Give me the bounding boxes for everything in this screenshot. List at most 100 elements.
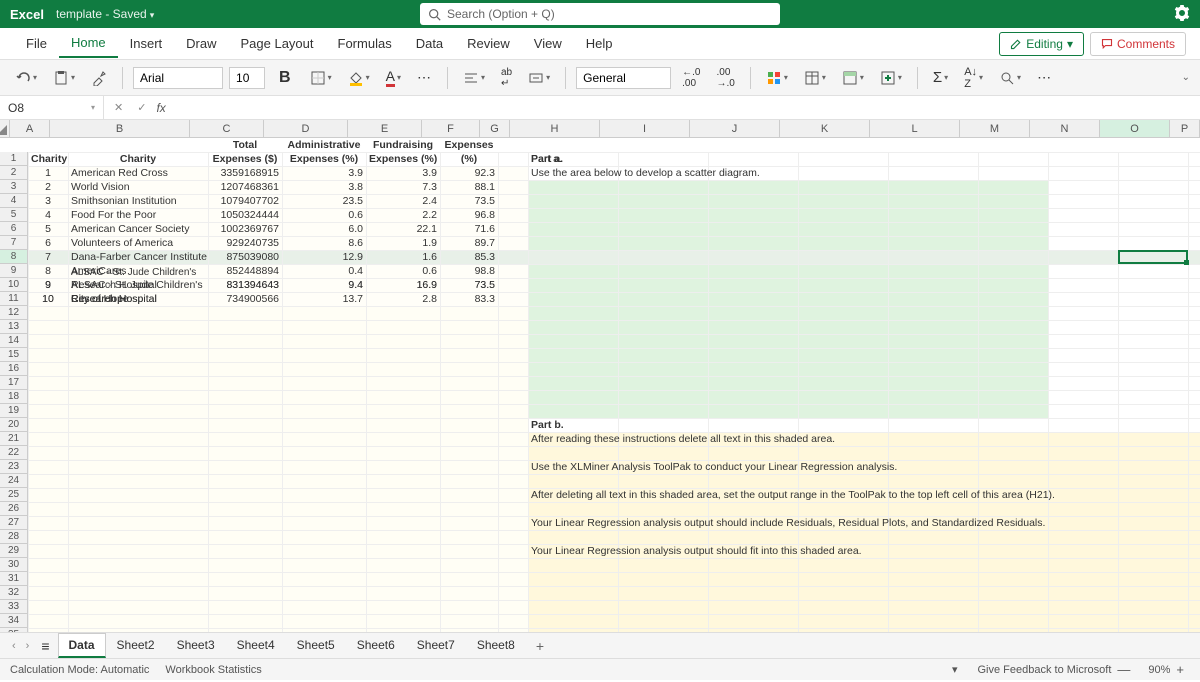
sheet-tab-sheet7[interactable]: Sheet7 — [406, 633, 466, 658]
row-header-29[interactable]: 29 — [0, 544, 27, 558]
calc-mode-label[interactable]: Calculation Mode: Automatic — [10, 664, 149, 676]
row-header-28[interactable]: 28 — [0, 530, 27, 544]
cell[interactable]: 23.5 — [282, 194, 366, 208]
sheet-nav-next[interactable]: › — [22, 640, 34, 652]
cell[interactable]: 9 — [28, 278, 68, 292]
col-header-K[interactable]: K — [780, 120, 870, 137]
cell[interactable]: 7 — [28, 250, 68, 264]
status-menu[interactable]: ▾ — [952, 663, 958, 676]
col-header-N[interactable]: N — [1030, 120, 1100, 137]
cell[interactable]: 83.3 — [440, 292, 498, 306]
sheet-tab-sheet4[interactable]: Sheet4 — [226, 633, 286, 658]
cell[interactable]: 71.6 — [440, 222, 498, 236]
cell[interactable]: 3.8 — [282, 180, 366, 194]
cell[interactable]: 3.9 — [282, 166, 366, 180]
col-header-P[interactable]: P — [1170, 120, 1200, 137]
autosum-button[interactable]: Σ▾ — [928, 66, 953, 89]
row-header-23[interactable]: 23 — [0, 460, 27, 474]
col-header-B[interactable]: B — [50, 120, 190, 137]
tab-help[interactable]: Help — [574, 30, 625, 57]
increase-decimal-button[interactable]: .00→.0 — [711, 64, 739, 92]
undo-button[interactable]: ▾ — [10, 67, 42, 89]
cell[interactable]: 4 — [28, 208, 68, 222]
cell[interactable]: 89.7 — [440, 236, 498, 250]
sheet-tab-data[interactable]: Data — [58, 633, 106, 658]
find-button[interactable]: ▾ — [994, 67, 1026, 89]
sheet-nav-prev[interactable]: ‹ — [8, 640, 20, 652]
format-painter-button[interactable] — [86, 67, 112, 89]
row-header-33[interactable]: 33 — [0, 600, 27, 614]
row-header-12[interactable]: 12 — [0, 306, 27, 320]
cell[interactable]: 8.6 — [282, 236, 366, 250]
header-cell[interactable]: Administrative — [282, 138, 366, 152]
cell[interactable]: 85.3 — [440, 250, 498, 264]
cell[interactable]: 22.1 — [366, 222, 440, 236]
cell[interactable]: American Cancer Society — [68, 222, 208, 236]
row-header-14[interactable]: 14 — [0, 334, 27, 348]
row-header-30[interactable]: 30 — [0, 558, 27, 572]
tab-file[interactable]: File — [14, 30, 59, 57]
row-header-35[interactable]: 35 — [0, 628, 27, 632]
cell[interactable]: World Vision — [68, 180, 208, 194]
row-header-17[interactable]: 17 — [0, 376, 27, 390]
cell[interactable]: Expenses ($) — [208, 152, 282, 166]
cell[interactable]: American Red Cross — [68, 166, 208, 180]
toolbar-more-button[interactable]: ⋯ — [1032, 66, 1057, 89]
insert-cells-button[interactable]: ▾ — [875, 67, 907, 89]
cell[interactable]: 1.6 — [366, 250, 440, 264]
sheet-tab-sheet5[interactable]: Sheet5 — [286, 633, 346, 658]
cell[interactable]: 92.3 — [440, 166, 498, 180]
cell[interactable]: Dana-Farber Cancer Institute — [68, 250, 208, 264]
row-header-8[interactable]: 8 — [0, 250, 27, 264]
tab-home[interactable]: Home — [59, 29, 118, 58]
conditional-format-button[interactable]: ▾ — [761, 67, 793, 89]
col-header-I[interactable]: I — [600, 120, 690, 137]
row-header-2[interactable]: 2 — [0, 166, 27, 180]
cell[interactable]: 73.5 — [440, 194, 498, 208]
cell[interactable]: Expenses (%) — [366, 152, 440, 166]
cell[interactable]: 1002369767 — [208, 222, 282, 236]
cell[interactable]: 2.4 — [366, 194, 440, 208]
cell[interactable]: 2.2 — [366, 208, 440, 222]
tab-pagelayout[interactable]: Page Layout — [229, 30, 326, 57]
font-color-button[interactable]: A▾ — [381, 65, 406, 90]
fill-color-button[interactable]: ▾ — [343, 67, 375, 89]
cell[interactable]: 3.9 — [366, 166, 440, 180]
sort-filter-button[interactable]: A↓Z▾ — [959, 63, 988, 93]
cell[interactable]: 10 — [28, 292, 68, 306]
tab-view[interactable]: View — [522, 30, 574, 57]
cell[interactable]: 0.6 — [282, 208, 366, 222]
row-header-18[interactable]: 18 — [0, 390, 27, 404]
wrap-text-button[interactable]: ab↵ — [496, 64, 517, 92]
search-box[interactable]: Search (Option + Q) — [420, 3, 780, 25]
col-header-E[interactable]: E — [348, 120, 422, 137]
cell[interactable]: 7.3 — [366, 180, 440, 194]
header-cell[interactable]: Fundraising — [366, 138, 440, 152]
row-header-34[interactable]: 34 — [0, 614, 27, 628]
tab-formulas[interactable]: Formulas — [326, 30, 404, 57]
header-cell[interactable]: Expenses — [440, 138, 498, 152]
tab-review[interactable]: Review — [455, 30, 522, 57]
cell[interactable]: After deleting all text in this shaded a… — [528, 488, 1200, 502]
row-header-31[interactable]: 31 — [0, 572, 27, 586]
font-name-select[interactable] — [133, 67, 223, 89]
row-header-13[interactable]: 13 — [0, 320, 27, 334]
cell[interactable]: Part b. — [528, 418, 1200, 432]
cell[interactable]: 3 — [28, 194, 68, 208]
tab-insert[interactable]: Insert — [118, 30, 175, 57]
cell[interactable]: Charity # — [28, 152, 68, 166]
col-header-H[interactable]: H — [510, 120, 600, 137]
sheet-tab-sheet2[interactable]: Sheet2 — [106, 633, 166, 658]
cell[interactable]: Your Linear Regression analysis output s… — [528, 544, 1200, 558]
cell[interactable]: 2.8 — [366, 292, 440, 306]
cell[interactable]: (%) — [440, 152, 498, 166]
document-status[interactable]: template - Saved▾ — [56, 7, 154, 21]
row-header-24[interactable]: 24 — [0, 474, 27, 488]
col-header-J[interactable]: J — [690, 120, 780, 137]
col-header-M[interactable]: M — [960, 120, 1030, 137]
row-header-9[interactable]: 9 — [0, 264, 27, 278]
cell[interactable]: Expenses (%) — [282, 152, 366, 166]
cell[interactable]: Use the area below to develop a scatter … — [528, 166, 928, 180]
editing-mode-button[interactable]: Editing▾ — [999, 32, 1084, 56]
cell[interactable]: 1050324444 — [208, 208, 282, 222]
